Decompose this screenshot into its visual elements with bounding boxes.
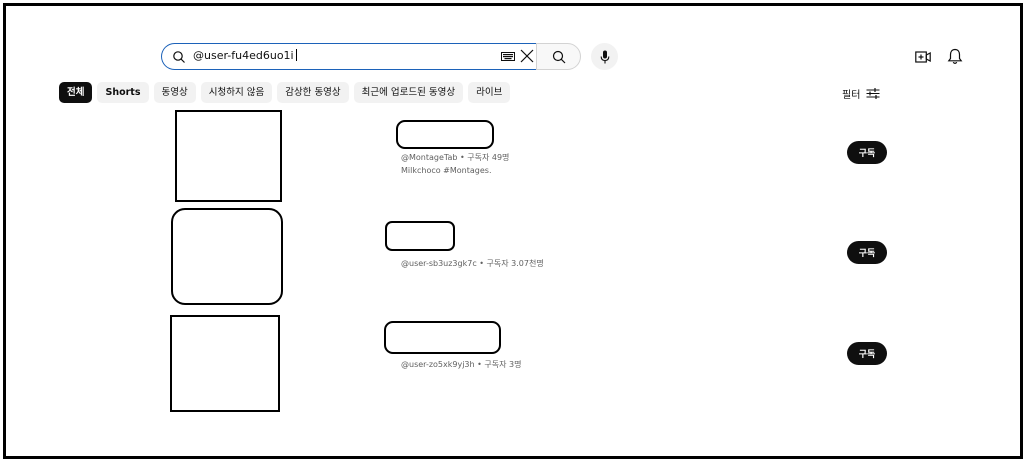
search-query: @user-fu4ed6uo1i bbox=[193, 49, 297, 62]
channel-handle-meta: @user-zo5xk9yj3h • 구독자 3명 bbox=[401, 360, 522, 369]
channel-avatar[interactable] bbox=[171, 208, 283, 305]
chip-all[interactable]: 전체 bbox=[59, 82, 93, 103]
page-frame bbox=[3, 3, 1023, 459]
search-icon bbox=[552, 50, 565, 63]
channel-name[interactable] bbox=[384, 321, 501, 354]
microphone-icon bbox=[600, 50, 609, 63]
subscribe-button[interactable]: 구독 bbox=[847, 141, 887, 164]
clear-icon[interactable] bbox=[519, 48, 535, 64]
channel-name[interactable] bbox=[385, 221, 455, 251]
chip-unwatched[interactable]: 시청하지 않음 bbox=[200, 82, 273, 103]
chip-live[interactable]: 라이브 bbox=[468, 82, 511, 103]
filter-label: 필터 bbox=[842, 90, 861, 101]
chip-recently-uploaded[interactable]: 최근에 업로드된 동영상 bbox=[353, 82, 464, 103]
channel-name[interactable] bbox=[396, 120, 494, 149]
filter-chips: 전체 Shorts 동영상 시청하지 않음 감상한 동영상 최근에 업로드된 동… bbox=[59, 82, 511, 103]
keyboard-icon[interactable] bbox=[501, 52, 515, 61]
filter-sliders-icon bbox=[866, 88, 880, 99]
channel-handle-meta: @MontageTab • 구독자 49명 bbox=[401, 153, 510, 162]
chip-videos[interactable]: 동영상 bbox=[153, 82, 196, 103]
chip-watched[interactable]: 감상한 동영상 bbox=[277, 82, 349, 103]
voice-search-button[interactable] bbox=[591, 43, 618, 70]
create-video-icon[interactable] bbox=[915, 50, 931, 64]
channel-description: Milkchoco #Montages. bbox=[401, 166, 492, 175]
channel-avatar[interactable] bbox=[170, 315, 280, 412]
notifications-bell-icon[interactable] bbox=[947, 48, 963, 65]
channel-avatar[interactable] bbox=[175, 110, 282, 202]
chip-shorts[interactable]: Shorts bbox=[97, 82, 149, 103]
subscribe-button[interactable]: 구독 bbox=[847, 241, 887, 264]
search-button[interactable] bbox=[536, 43, 581, 70]
search-icon bbox=[173, 51, 185, 63]
subscribe-button[interactable]: 구독 bbox=[847, 342, 887, 365]
channel-handle-meta: @user-sb3uz3gk7c • 구독자 3.07천명 bbox=[401, 259, 544, 268]
filter-button[interactable]: 필터 bbox=[842, 86, 880, 101]
